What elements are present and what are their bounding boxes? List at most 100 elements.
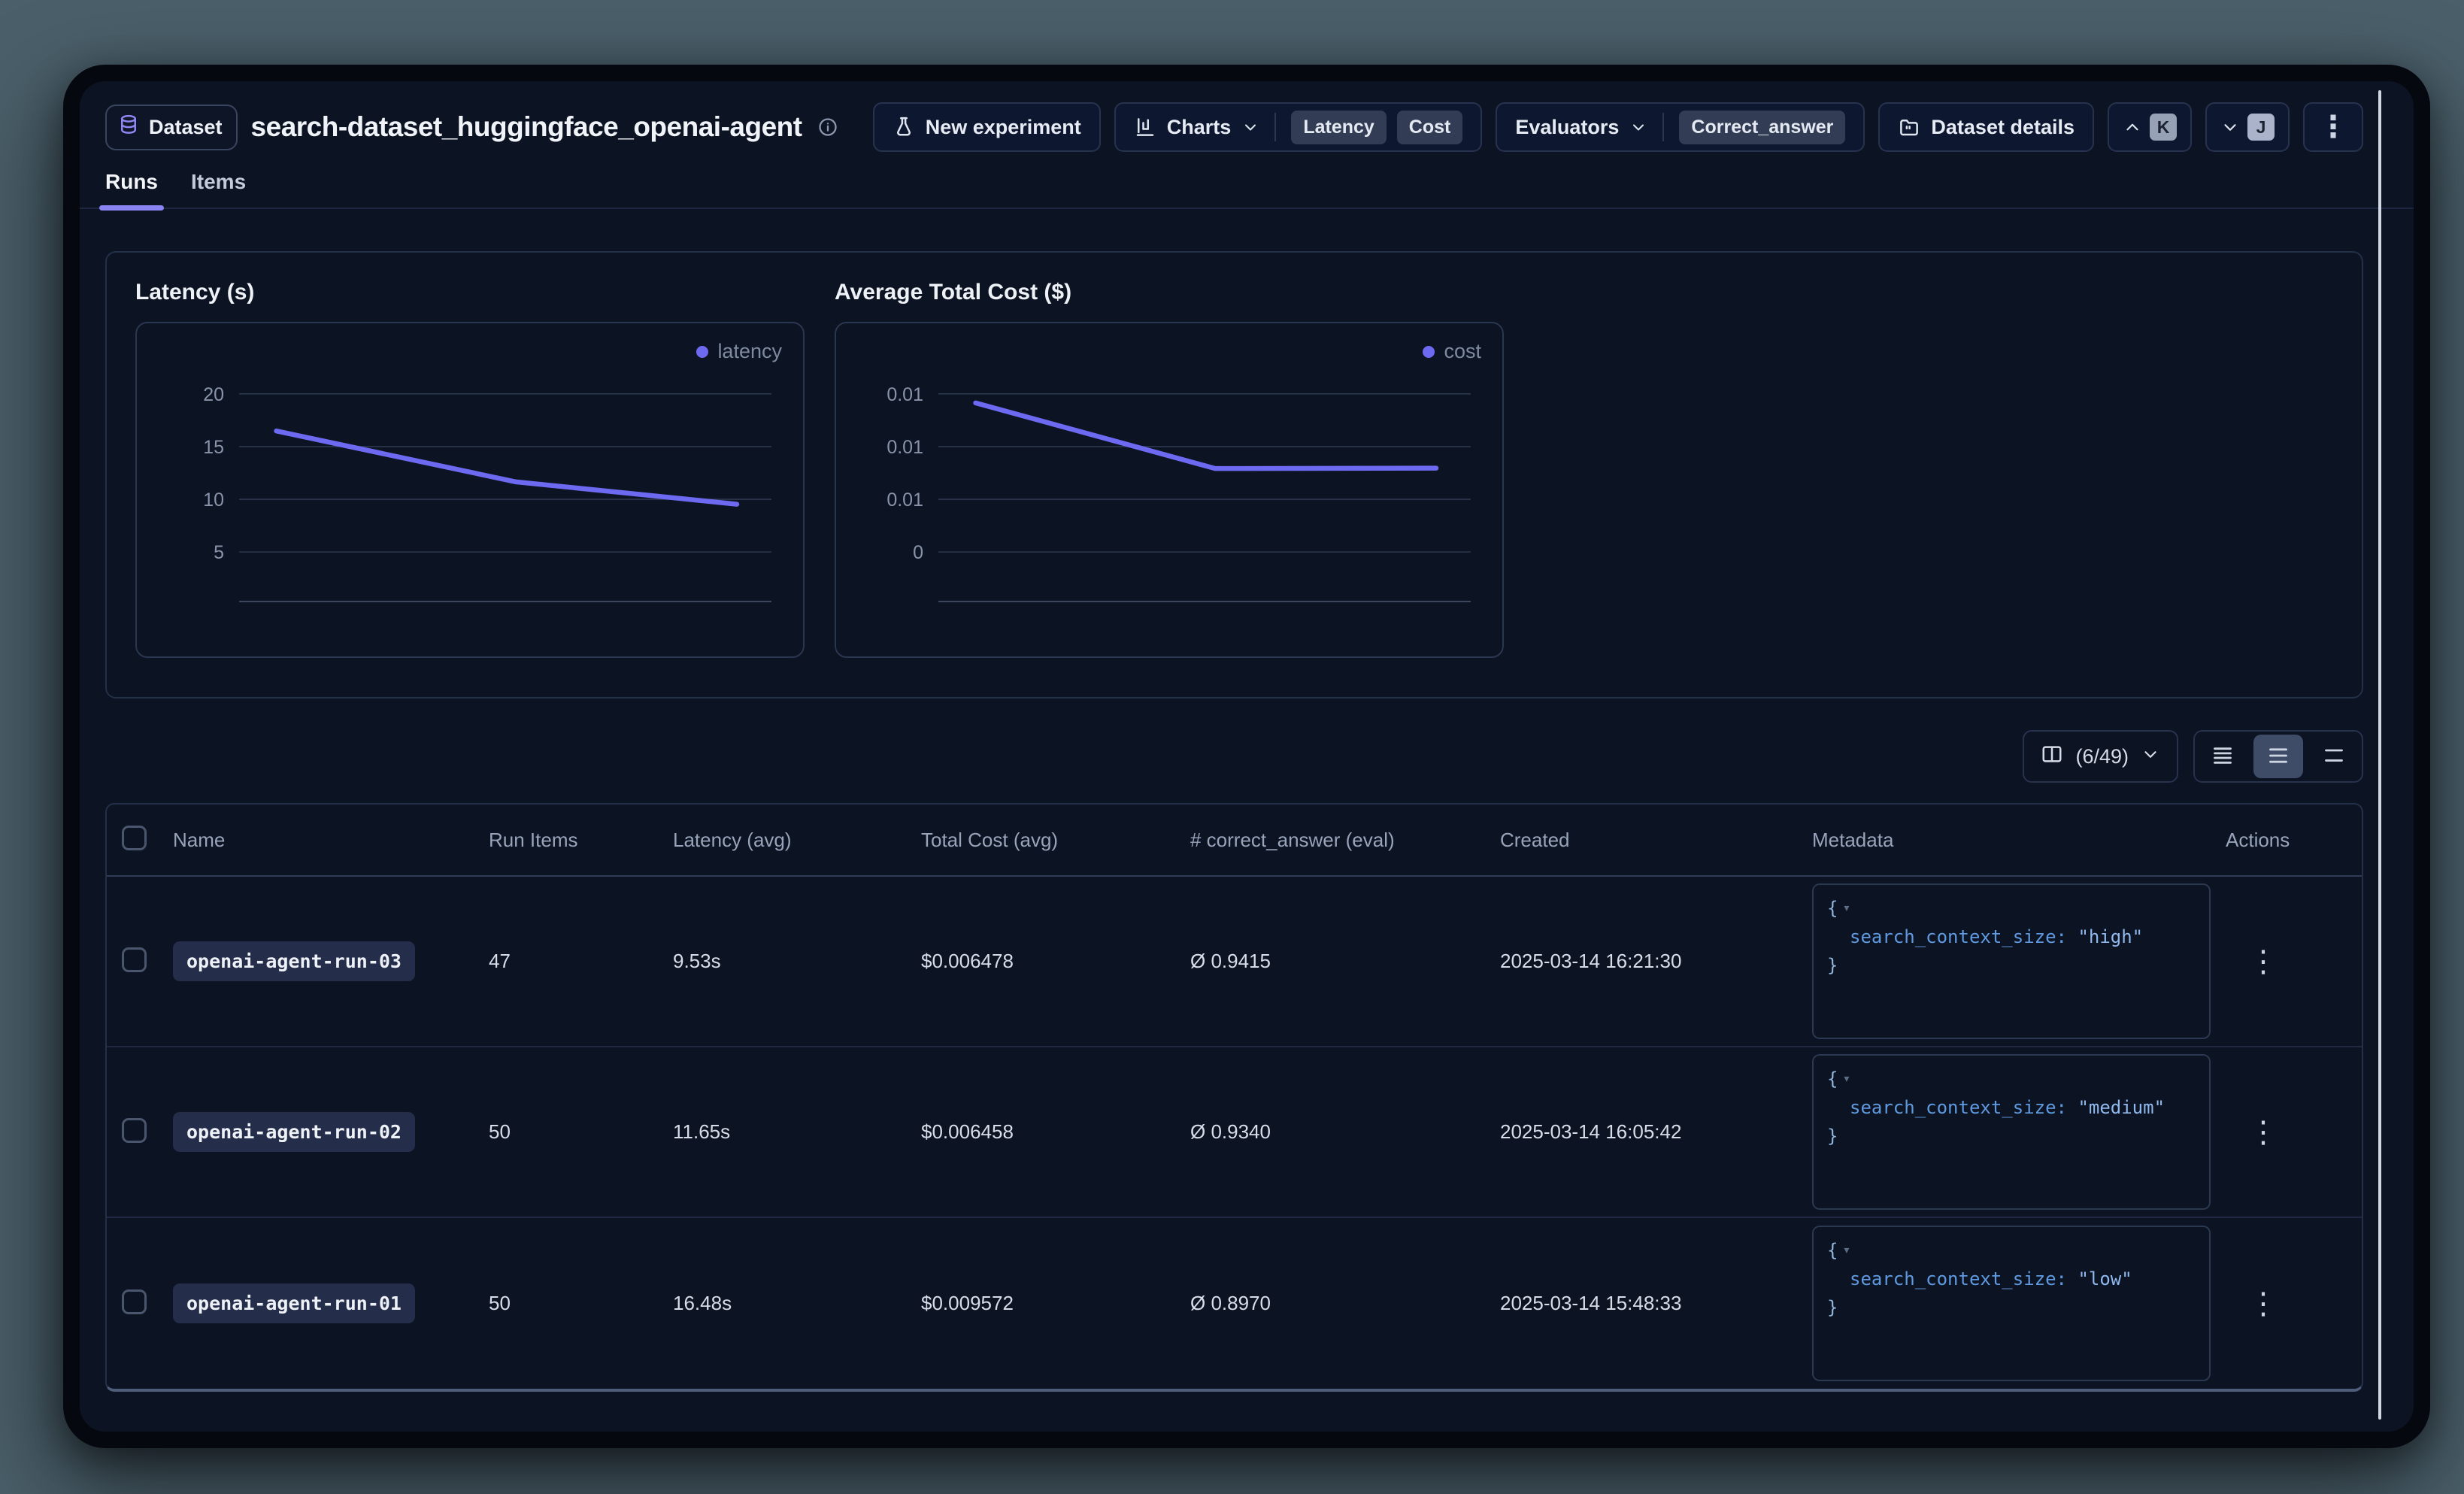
metadata-key: search_context_size:: [1850, 1097, 2067, 1118]
eval-score-value: Ø 0.8970: [1190, 1292, 1500, 1315]
metadata-value: "low": [2078, 1268, 2132, 1289]
more-actions-button[interactable]: ⋮: [2303, 102, 2363, 152]
info-icon[interactable]: [817, 117, 838, 138]
metadata-value: "medium": [2078, 1097, 2165, 1118]
table-controls: (6/49): [105, 729, 2363, 784]
column-header-actions: Actions: [2226, 829, 2347, 852]
row-height-large-button[interactable]: [2306, 732, 2362, 781]
run-name-badge[interactable]: openai-agent-run-03: [173, 941, 415, 981]
chevron-down-icon[interactable]: ▾: [1842, 1071, 1850, 1086]
header-bar: Dataset search-dataset_huggingface_opena…: [105, 102, 2363, 152]
next-run-button[interactable]: J: [2205, 102, 2290, 152]
run-items-value: 50: [489, 1120, 673, 1144]
created-value: 2025-03-14 16:21:30: [1500, 950, 1812, 973]
column-header-metadata[interactable]: Metadata: [1812, 829, 2226, 852]
evaluators-menu-button[interactable]: Evaluators Correct_answer: [1496, 102, 1865, 152]
charts-menu-button[interactable]: Charts Latency Cost: [1114, 102, 1483, 152]
chevron-down-icon[interactable]: ▾: [1842, 1242, 1850, 1258]
row-height-toggle-group: [2193, 730, 2363, 783]
dataset-details-button[interactable]: Dataset details: [1878, 102, 2094, 152]
tab-items[interactable]: Items: [191, 170, 246, 208]
column-header-correct-answer[interactable]: # correct_answer (eval): [1190, 829, 1500, 852]
column-visibility-selector[interactable]: (6/49): [2023, 730, 2178, 783]
new-experiment-label: New experiment: [926, 116, 1081, 139]
run-items-value: 50: [489, 1292, 673, 1315]
latency-value: 16.48s: [673, 1292, 921, 1315]
run-name-badge[interactable]: openai-agent-run-02: [173, 1112, 415, 1152]
legend-label: cost: [1444, 340, 1481, 363]
latency-value: 11.65s: [673, 1120, 921, 1144]
row-height-small-button[interactable]: [2195, 732, 2250, 781]
table-row[interactable]: openai-agent-run-01 50 16.48s $0.009572 …: [107, 1218, 2362, 1389]
cost-chart-block: Average Total Cost ($) cost 0.010.010.01…: [835, 280, 1504, 670]
chevron-down-icon: [2220, 117, 2240, 137]
column-header-total-cost[interactable]: Total Cost (avg): [921, 829, 1190, 852]
previous-run-button[interactable]: K: [2108, 102, 2192, 152]
column-header-run-items[interactable]: Run Items: [489, 829, 673, 852]
tab-runs[interactable]: Runs: [105, 170, 158, 208]
column-header-name[interactable]: Name: [173, 829, 489, 852]
svg-text:5: 5: [214, 542, 224, 563]
row-checkbox[interactable]: [122, 947, 147, 972]
rows-medium-icon: [2268, 745, 2289, 768]
svg-text:0.01: 0.01: [886, 384, 923, 405]
evaluators-label: Evaluators: [1515, 116, 1619, 139]
legend-dot: [696, 346, 708, 358]
created-value: 2025-03-14 16:05:42: [1500, 1120, 1812, 1144]
created-value: 2025-03-14 15:48:33: [1500, 1292, 1812, 1315]
evaluator-badge-correct-answer[interactable]: Correct_answer: [1679, 111, 1845, 144]
svg-text:10: 10: [203, 489, 224, 511]
column-header-latency[interactable]: Latency (avg): [673, 829, 921, 852]
svg-text:0.01: 0.01: [886, 437, 923, 458]
tabs-bar: Runs Items: [80, 170, 2414, 209]
row-actions-kebab-icon[interactable]: ⋮: [2238, 940, 2289, 983]
vertical-scrollbar[interactable]: [2378, 90, 2381, 1420]
bar-chart-icon: [1134, 116, 1156, 138]
chevron-down-icon: [1629, 118, 1647, 136]
metadata-json-box[interactable]: {▾ search_context_size: "high" }: [1812, 883, 2211, 1039]
latency-chart-block: Latency (s) latency 2015105: [135, 280, 805, 670]
row-checkbox[interactable]: [122, 1118, 147, 1143]
chart-badge-latency[interactable]: Latency: [1291, 111, 1386, 144]
metadata-key: search_context_size:: [1850, 926, 2067, 947]
svg-text:15: 15: [203, 437, 224, 458]
json-open-brace: {: [1827, 1068, 1838, 1089]
chevron-down-icon[interactable]: ▾: [1842, 900, 1850, 916]
svg-text:0.01: 0.01: [886, 489, 923, 511]
metadata-json-box[interactable]: {▾ search_context_size: "medium" }: [1812, 1054, 2211, 1210]
rows-dense-icon: [2212, 745, 2233, 768]
svg-text:20: 20: [203, 384, 224, 405]
column-header-created[interactable]: Created: [1500, 829, 1812, 852]
columns-icon: [2041, 743, 2063, 771]
eval-score-value: Ø 0.9340: [1190, 1120, 1500, 1144]
latency-chart-plot: 20 15 10 5: [149, 334, 793, 642]
row-actions-kebab-icon[interactable]: ⋮: [2238, 1282, 2289, 1326]
page: Dataset search-dataset_huggingface_opena…: [80, 102, 2414, 1448]
cost-chart-card: cost 0.01 0.01 0.01 0: [835, 322, 1504, 658]
select-all-checkbox[interactable]: [122, 826, 147, 850]
metadata-json-box[interactable]: {▾ search_context_size: "low" }: [1812, 1226, 2211, 1381]
row-height-medium-button[interactable]: [2253, 735, 2303, 778]
table-row[interactable]: openai-agent-run-02 50 11.65s $0.006458 …: [107, 1047, 2362, 1218]
row-actions-kebab-icon[interactable]: ⋮: [2238, 1111, 2289, 1154]
keyboard-shortcut-j: J: [2247, 114, 2275, 141]
new-experiment-button[interactable]: New experiment: [873, 102, 1101, 152]
runs-table: Name Run Items Latency (avg) Total Cost …: [105, 803, 2363, 1392]
json-close-brace: }: [1827, 955, 1838, 976]
legend-label: latency: [717, 340, 782, 363]
chevron-down-icon: [2141, 744, 2160, 769]
latency-chart-card: latency 20 15 10 5: [135, 322, 805, 658]
chevron-down-icon: [1241, 118, 1259, 136]
legend-dot: [1423, 346, 1435, 358]
run-name-badge[interactable]: openai-agent-run-01: [173, 1283, 415, 1323]
column-count-label: (6/49): [2075, 745, 2129, 768]
table-row[interactable]: openai-agent-run-03 47 9.53s $0.006478 Ø…: [107, 877, 2362, 1047]
cost-chart-plot: 0.01 0.01 0.01 0: [848, 334, 1492, 642]
app-window: Dataset search-dataset_huggingface_opena…: [63, 65, 2430, 1448]
total-cost-value: $0.006458: [921, 1120, 1190, 1144]
chart-badge-cost[interactable]: Cost: [1397, 111, 1463, 144]
json-open-brace: {: [1827, 1240, 1838, 1261]
row-checkbox[interactable]: [122, 1289, 147, 1314]
svg-text:0: 0: [913, 542, 923, 563]
divider: [1274, 113, 1276, 141]
